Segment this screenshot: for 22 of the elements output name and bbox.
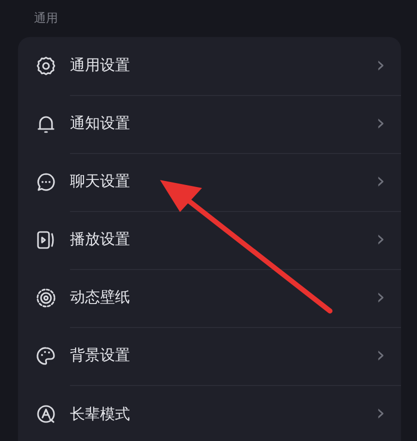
settings-item[interactable]: 长辈模式 bbox=[70, 404, 376, 424]
chevron-icon: › bbox=[376, 112, 385, 134]
section-title: 通用 bbox=[33, 10, 59, 27]
settings-item[interactable]: 动态壁纸 bbox=[70, 288, 376, 307]
phone-icon bbox=[35, 229, 57, 251]
chevron-icon: › bbox=[376, 54, 385, 76]
gear-icon bbox=[35, 55, 57, 77]
settings-item[interactable]: 聊天设置 bbox=[70, 172, 376, 191]
settings-item[interactable]: 通知设置 bbox=[70, 114, 376, 133]
letter-circle-icon bbox=[35, 403, 57, 425]
chat-bubble-icon bbox=[35, 171, 57, 193]
palette-icon bbox=[35, 345, 57, 367]
chevron-icon: › bbox=[376, 344, 385, 366]
chevron-icon: › bbox=[376, 286, 385, 308]
bell-icon bbox=[35, 113, 57, 135]
chevron-icon: › bbox=[376, 403, 385, 425]
chevron-icon: › bbox=[376, 170, 385, 192]
settings-item[interactable]: 通用设置 bbox=[70, 56, 376, 75]
settings-item[interactable]: 播放设置 bbox=[70, 230, 376, 249]
target-icon bbox=[35, 287, 57, 309]
settings-item[interactable]: 背景设置 bbox=[70, 346, 376, 365]
chevron-icon: › bbox=[376, 228, 385, 250]
